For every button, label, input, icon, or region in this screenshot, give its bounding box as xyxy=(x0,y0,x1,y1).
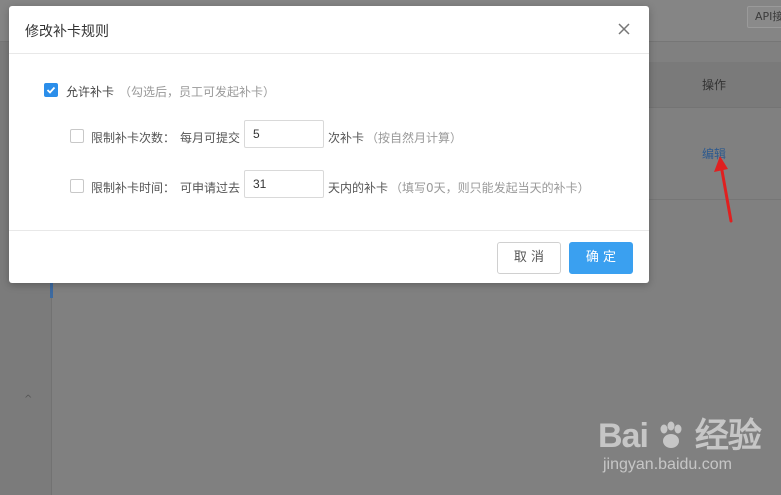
confirm-button[interactable]: 确 定 xyxy=(569,242,633,274)
nav-active-marker xyxy=(50,282,53,298)
watermark-logo-right: 经验 xyxy=(694,417,762,455)
dialog-footer: 取 消 确 定 xyxy=(9,231,649,283)
red-arrow-annotation xyxy=(714,156,733,223)
limit-count-prefix: 每月可提交 xyxy=(180,131,241,145)
allow-makeup-checkbox[interactable] xyxy=(44,83,58,97)
limit-time-label: 限制补卡时间： xyxy=(91,181,176,195)
edit-makeup-rule-dialog: 修改补卡规则 允许补卡 （勾选后，员工可发起补卡） 限制补卡次数： 每月可提交 … xyxy=(9,6,649,283)
limit-time-checkbox[interactable] xyxy=(70,179,84,193)
api-button[interactable]: API接 xyxy=(747,6,781,28)
limit-count-hint: （按自然月计算） xyxy=(366,131,463,145)
column-header-operation: 操作 xyxy=(702,78,727,92)
limit-count-suffix: 次补卡 xyxy=(328,131,365,145)
limit-time-hint: （填写0天，则只能发起当天的补卡） xyxy=(390,181,590,195)
allow-makeup-hint: （勾选后，员工可发起补卡） xyxy=(119,85,276,99)
monthly-count-input[interactable] xyxy=(244,120,324,148)
baidu-jingyan-watermark: Bai 经验 jingyan.baidu.com xyxy=(598,408,768,488)
limit-count-checkbox[interactable] xyxy=(70,129,84,143)
checkmark-icon xyxy=(46,86,56,94)
close-icon[interactable] xyxy=(615,20,633,38)
allow-makeup-label: 允许补卡 xyxy=(66,85,115,99)
cancel-button[interactable]: 取 消 xyxy=(497,242,561,274)
collapse-caret-icon[interactable]: ^ xyxy=(24,394,32,405)
watermark-logo: Bai 经验 xyxy=(598,408,762,457)
limit-count-label: 限制补卡次数： xyxy=(91,131,176,145)
limit-time-prefix: 可申请过去 xyxy=(180,181,241,195)
dialog-header: 修改补卡规则 xyxy=(9,6,649,54)
past-days-input[interactable] xyxy=(244,170,324,198)
dialog-title: 修改补卡规则 xyxy=(25,24,109,40)
watermark-logo-left: Bai xyxy=(598,417,649,455)
dialog-body: 允许补卡 （勾选后，员工可发起补卡） 限制补卡次数： 每月可提交 次补卡 （按自… xyxy=(9,54,649,231)
limit-time-suffix: 天内的补卡 xyxy=(328,181,389,195)
paw-icon xyxy=(660,421,682,448)
watermark-url: jingyan.baidu.com xyxy=(603,456,732,473)
